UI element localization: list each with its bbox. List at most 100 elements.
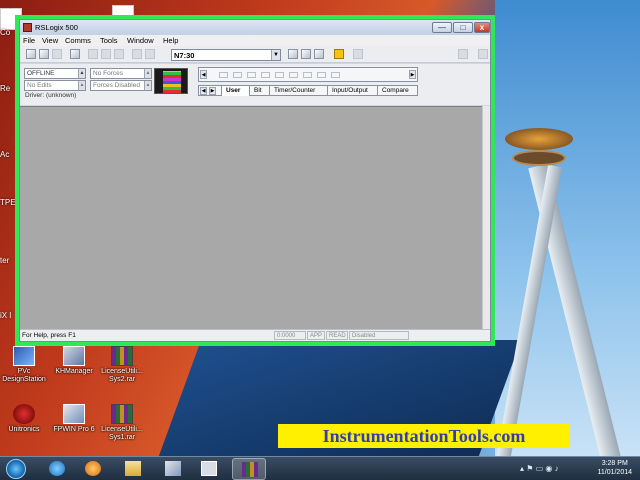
- spin-icon[interactable]: ▲: [78, 69, 85, 78]
- help-text: For Help, press F1: [22, 332, 76, 339]
- zoom-in-icon[interactable]: [288, 49, 298, 59]
- instruction-tabbar: ◀ ▶ User Bit Timer/Counter Input/Output …: [198, 85, 418, 96]
- otu-icon[interactable]: [303, 72, 312, 78]
- tower-top: [505, 128, 573, 150]
- tab-bit[interactable]: Bit: [249, 86, 269, 96]
- status-bar: For Help, press F1 0:0000 APP READ Disab…: [20, 329, 490, 341]
- address-cell: 0:0000: [274, 331, 306, 340]
- osr-icon[interactable]: [317, 72, 326, 78]
- cut-icon[interactable]: [88, 49, 98, 59]
- save-icon[interactable]: [52, 49, 62, 59]
- menu-view[interactable]: View: [42, 36, 58, 45]
- branch-icon[interactable]: [219, 72, 228, 78]
- xio-icon[interactable]: [261, 72, 270, 78]
- ie-icon: [49, 461, 65, 476]
- menu-comms[interactable]: Comms: [65, 36, 91, 45]
- menu-help[interactable]: Help: [163, 36, 178, 45]
- menu-file[interactable]: File: [23, 36, 35, 45]
- mode-select[interactable]: OFFLINE ▲: [24, 68, 86, 79]
- desktop-icon-license-sys2[interactable]: LicenseUtili... Sys2.rar: [94, 346, 150, 384]
- tab-prev-icon[interactable]: ◀: [200, 87, 207, 95]
- rslogix-logo: [154, 68, 188, 94]
- copy-icon[interactable]: [101, 49, 111, 59]
- forward-icon[interactable]: [478, 49, 488, 59]
- workspace-area[interactable]: [20, 106, 482, 329]
- tab-compare[interactable]: Compare: [377, 86, 418, 96]
- taskbar-media-player[interactable]: [76, 458, 110, 480]
- spin-icon[interactable]: ▲: [144, 81, 151, 90]
- spin-icon[interactable]: ▲: [144, 69, 151, 78]
- desktop-icon-license-sys1[interactable]: LicenseUtili... Sys1.rar: [94, 404, 150, 442]
- menu-window[interactable]: Window: [127, 36, 154, 45]
- run-icon[interactable]: [353, 49, 363, 59]
- taskbar-winrar[interactable]: [232, 458, 266, 480]
- fpwin-icon: [63, 404, 85, 424]
- scroll-right-icon[interactable]: ▶: [409, 70, 416, 79]
- app-cell: APP: [307, 331, 325, 340]
- taskbar-window[interactable]: [192, 458, 226, 480]
- rung-icon[interactable]: [233, 72, 242, 78]
- tab-next-icon[interactable]: ▶: [209, 87, 216, 95]
- rslogix-window: RSLogix 500 — □ x File View Comms Tools …: [19, 19, 491, 342]
- taskbar-ie[interactable]: [40, 458, 74, 480]
- taskbar-app[interactable]: [156, 458, 190, 480]
- fit-icon[interactable]: [314, 49, 324, 59]
- tab-timer-counter[interactable]: Timer/Counter: [269, 86, 327, 96]
- toolbar: N7:30 ▼: [20, 46, 490, 63]
- tower-ring: [512, 150, 566, 166]
- vertical-scrollbar[interactable]: [482, 106, 490, 329]
- system-tray-icons[interactable]: ▴ ⚑ ▭ ◉ ♪: [520, 464, 575, 474]
- partial-desktop-label: ter: [0, 256, 10, 265]
- desktop-icon-label: LicenseUtili... Sys1.rar: [101, 426, 143, 441]
- edits-value: No Edits: [27, 82, 52, 89]
- chevron-down-icon[interactable]: ▼: [271, 50, 280, 60]
- xic-icon[interactable]: [247, 72, 256, 78]
- new-icon[interactable]: [26, 49, 36, 59]
- watermark-banner: InstrumentationTools.com: [278, 424, 570, 448]
- res-icon[interactable]: [331, 72, 340, 78]
- add-rung-icon[interactable]: [334, 49, 344, 59]
- explorer-icon: [125, 461, 141, 476]
- forces-state-select[interactable]: Forces Disabled ▲: [90, 80, 152, 91]
- status-area: OFFLINE ▲ No Forces ▲ No Edits ▲ Forces …: [20, 64, 490, 105]
- otl-icon[interactable]: [289, 72, 298, 78]
- app-icon: [23, 23, 32, 32]
- address-combo[interactable]: N7:30 ▼: [171, 49, 281, 61]
- winrar-icon: [242, 462, 258, 477]
- clock-time: 3:28 PM: [601, 460, 628, 467]
- desktop-icon-label: Unitronics: [8, 426, 40, 433]
- open-icon[interactable]: [39, 49, 49, 59]
- ote-icon[interactable]: [275, 72, 284, 78]
- maximize-button[interactable]: □: [453, 22, 473, 33]
- desktop-icon-label: FPWIN Pro 6: [53, 426, 95, 433]
- desktop-icon-unitronics[interactable]: Unitronics: [0, 404, 52, 434]
- back-icon[interactable]: [458, 49, 468, 59]
- close-button[interactable]: x: [474, 22, 490, 33]
- edits-select[interactable]: No Edits ▲: [24, 80, 86, 91]
- paste-icon[interactable]: [114, 49, 124, 59]
- mode-value: OFFLINE: [27, 70, 55, 77]
- forces-state-value: Forces Disabled: [93, 82, 140, 89]
- address-value: N7:30: [174, 51, 195, 60]
- menu-tools[interactable]: Tools: [100, 36, 118, 45]
- spin-icon[interactable]: ▲: [78, 81, 85, 90]
- scroll-left-icon[interactable]: ◀: [200, 70, 207, 79]
- zoom-out-icon[interactable]: [301, 49, 311, 59]
- redo-icon[interactable]: [145, 49, 155, 59]
- print-icon[interactable]: [70, 49, 80, 59]
- minimize-button[interactable]: —: [432, 22, 452, 33]
- tab-input-output[interactable]: Input/Output: [327, 86, 377, 96]
- desktop-icon-pvc[interactable]: PVc DesignStation: [0, 346, 52, 384]
- instruction-palette: ◀ ▶: [198, 67, 418, 82]
- partial-desktop-label: Ac: [0, 150, 10, 159]
- forces-select[interactable]: No Forces ▲: [90, 68, 152, 79]
- clock[interactable]: 3:28 PM 11/01/2014: [597, 459, 632, 477]
- tab-user[interactable]: User: [221, 86, 249, 96]
- menu-bar: File View Comms Tools Window Help: [20, 35, 490, 46]
- state-cell: Disabled: [349, 331, 409, 340]
- forces-value: No Forces: [93, 70, 123, 77]
- start-button[interactable]: [6, 459, 26, 479]
- title-bar[interactable]: RSLogix 500 — □ x: [20, 20, 490, 35]
- undo-icon[interactable]: [132, 49, 142, 59]
- taskbar-explorer[interactable]: [116, 458, 150, 480]
